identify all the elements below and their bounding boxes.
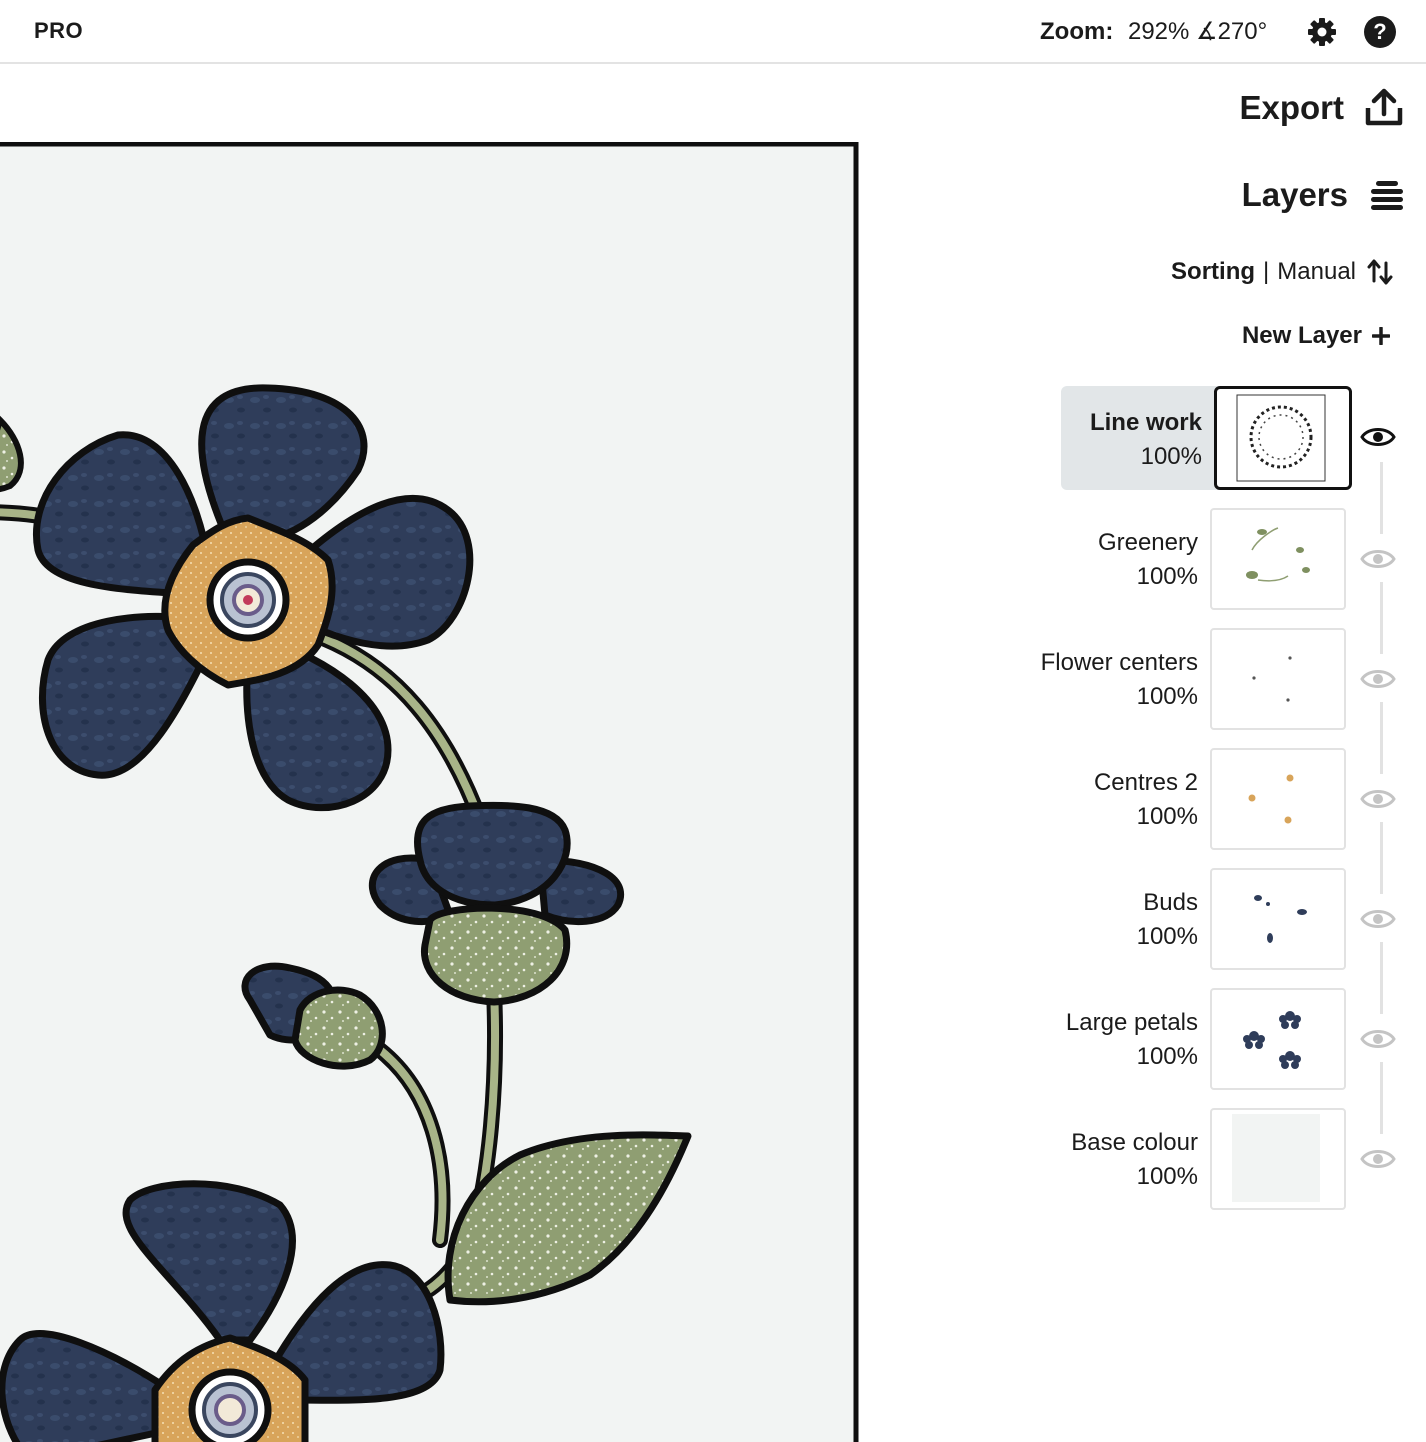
- new-layer-button[interactable]: New Layer: [1242, 322, 1390, 350]
- layer-opacity: 100%: [1140, 443, 1202, 470]
- layer-info: Line work 100%: [1090, 406, 1202, 474]
- layer-name: Centres 2: [1093, 769, 1198, 796]
- layer-info: Buds 100%: [1137, 886, 1198, 954]
- eye-icon-visible[interactable]: [1360, 546, 1396, 572]
- layer-opacity: 100%: [1136, 563, 1198, 590]
- layer-info: Large petals 100%: [1066, 1006, 1198, 1074]
- export-label: Export: [1239, 89, 1344, 126]
- flower-centers-preview: [1252, 656, 1292, 702]
- layer-name: Base colour: [1071, 1129, 1198, 1156]
- sorting-control[interactable]: Sorting | Manual: [1171, 258, 1394, 286]
- layer-thumbnail[interactable]: [1210, 748, 1346, 850]
- upload-icon: [1365, 88, 1403, 126]
- zoom-label: Zoom:: [1040, 18, 1114, 45]
- help-icon[interactable]: ?: [1364, 16, 1396, 48]
- zoom-value: 292%: [1127, 18, 1190, 45]
- layer-row-greenery[interactable]: Greenery 100%: [1000, 508, 1426, 612]
- artboard[interactable]: [0, 142, 860, 1442]
- greenery-preview: [1246, 527, 1310, 582]
- layer-name: Buds: [1143, 889, 1198, 916]
- layers-stack-icon: [1371, 181, 1403, 210]
- layer-name: Large petals: [1065, 1009, 1198, 1036]
- layer-info: Centres 2 100%: [1094, 766, 1198, 834]
- layer-thumbnail[interactable]: [1210, 868, 1346, 970]
- layers-header[interactable]: Layers: [1242, 176, 1404, 214]
- layer-row-buds[interactable]: Buds 100%: [1000, 868, 1426, 972]
- layer-opacity: 100%: [1136, 683, 1198, 710]
- large-petals-preview: [1243, 1011, 1301, 1069]
- layer-row-flower-centers[interactable]: Flower centers 100%: [1000, 628, 1426, 732]
- artboard-background: [0, 142, 859, 1442]
- layer-info: Greenery 100%: [1098, 526, 1198, 594]
- layer-opacity: 100%: [1136, 1163, 1198, 1190]
- sort-arrows-icon: [1367, 259, 1393, 285]
- top-bar: PRO Zoom: 292% ∡270° ?: [0, 0, 1426, 64]
- layer-row-large-petals[interactable]: Large petals 100%: [1000, 988, 1426, 1092]
- zoom-readout[interactable]: Zoom: 292% ∡270°: [1040, 17, 1267, 46]
- buds-preview: [1254, 895, 1307, 943]
- layer-thumbnail[interactable]: [1214, 386, 1352, 490]
- layer-opacity: 100%: [1136, 803, 1198, 830]
- sorting-value: Manual: [1277, 258, 1356, 285]
- new-layer-label: New Layer: [1241, 322, 1362, 349]
- layer-thumbnail[interactable]: [1210, 628, 1346, 730]
- layer-row-line-work[interactable]: Line work 100%: [1000, 386, 1426, 492]
- layer-thumbnail[interactable]: [1210, 1108, 1346, 1210]
- layer-thumbnail[interactable]: [1210, 508, 1346, 610]
- centres-2-preview: [1248, 774, 1294, 824]
- export-button[interactable]: Export: [1239, 88, 1404, 128]
- gear-icon[interactable]: [1306, 16, 1338, 48]
- eye-icon-visible[interactable]: [1360, 786, 1396, 812]
- plus-icon: [1372, 327, 1390, 345]
- eye-icon-visible[interactable]: [1360, 1146, 1396, 1172]
- layer-row-base-colour[interactable]: Base colour 100%: [1000, 1108, 1426, 1212]
- eye-icon-visible[interactable]: [1360, 906, 1396, 932]
- line-work-preview: [1236, 394, 1326, 482]
- layer-name: Greenery: [1097, 529, 1198, 556]
- layer-info: Base colour 100%: [1071, 1126, 1198, 1194]
- pro-badge: PRO: [34, 18, 84, 43]
- base-colour-preview: [1232, 1114, 1320, 1202]
- layer-name: Line work: [1089, 409, 1202, 436]
- rotation-value: ∡270°: [1196, 18, 1268, 45]
- sorting-separator: |: [1263, 258, 1270, 285]
- eye-icon-visible[interactable]: [1360, 666, 1396, 692]
- layer-opacity: 100%: [1136, 1043, 1198, 1070]
- eye-icon-visible[interactable]: [1360, 424, 1396, 450]
- layer-info: Flower centers 100%: [1041, 646, 1198, 714]
- layer-thumbnail[interactable]: [1210, 988, 1346, 1090]
- layer-name: Flower centers: [1040, 649, 1198, 676]
- eye-icon-visible[interactable]: [1360, 1026, 1396, 1052]
- sorting-label: Sorting: [1171, 258, 1256, 285]
- layer-opacity: 100%: [1136, 923, 1198, 950]
- layers-label: Layers: [1241, 176, 1348, 213]
- layer-row-centres-2[interactable]: Centres 2 100%: [1000, 748, 1426, 852]
